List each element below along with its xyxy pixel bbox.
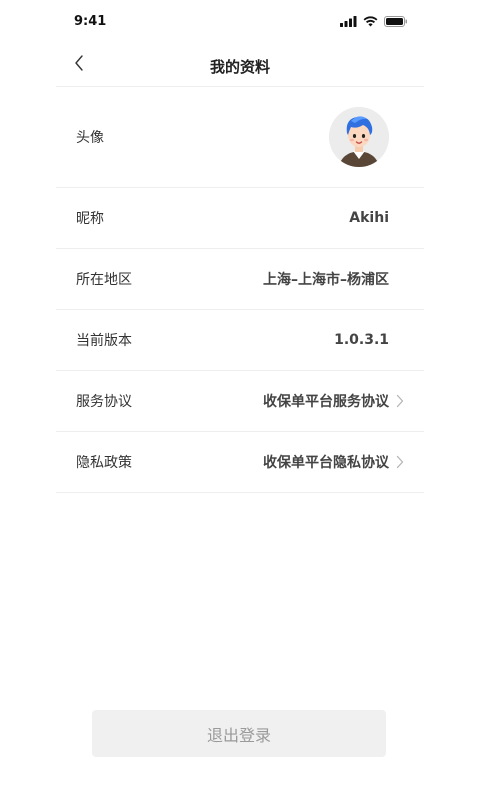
version-row: 当前版本 1.0.3.1	[56, 310, 424, 371]
chevron-right-icon	[396, 394, 406, 408]
status-time: 9:41	[74, 14, 107, 29]
privacy-policy-row[interactable]: 隐私政策 收保单平台隐私协议	[56, 432, 424, 493]
region-value: 上海–上海市–杨浦区	[263, 272, 389, 288]
privacy-policy-value: 收保单平台隐私协议	[263, 455, 389, 471]
privacy-policy-label: 隐私政策	[76, 455, 132, 471]
nickname-label: 昵称	[76, 211, 104, 227]
region-row[interactable]: 所在地区 上海–上海市–杨浦区	[56, 249, 424, 310]
service-agreement-row[interactable]: 服务协议 收保单平台服务协议	[56, 371, 424, 432]
service-agreement-label: 服务协议	[76, 394, 132, 410]
nickname-row[interactable]: 昵称 Akihi	[56, 188, 424, 249]
nickname-value: Akihi	[349, 210, 389, 226]
signal-icon	[340, 12, 357, 31]
nav-bar: 我的资料	[56, 44, 424, 87]
wifi-icon	[363, 12, 378, 31]
page-title: 我的资料	[209, 58, 270, 76]
version-label: 当前版本	[76, 333, 132, 349]
status-icons	[340, 14, 408, 28]
chevron-right-icon	[396, 455, 406, 469]
profile-list: 头像 昵称 Akihi 所在地区 上海–上海市–杨浦区 当前版本 1.0.3.1…	[56, 87, 424, 493]
region-label: 所在地区	[76, 272, 132, 288]
avatar[interactable]	[329, 107, 389, 167]
status-bar: 9:41	[56, 0, 424, 44]
service-agreement-value: 收保单平台服务协议	[263, 394, 389, 410]
avatar-row[interactable]: 头像	[56, 87, 424, 188]
version-value: 1.0.3.1	[334, 332, 389, 348]
battery-icon	[384, 12, 408, 31]
avatar-label: 头像	[76, 130, 104, 146]
profile-page: 9:41 我的资料 头像 昵称 Akihi 所在地区 上海–上海市–杨浦区 当前…	[0, 0, 480, 800]
logout-button[interactable]: 退出登录	[92, 710, 386, 757]
